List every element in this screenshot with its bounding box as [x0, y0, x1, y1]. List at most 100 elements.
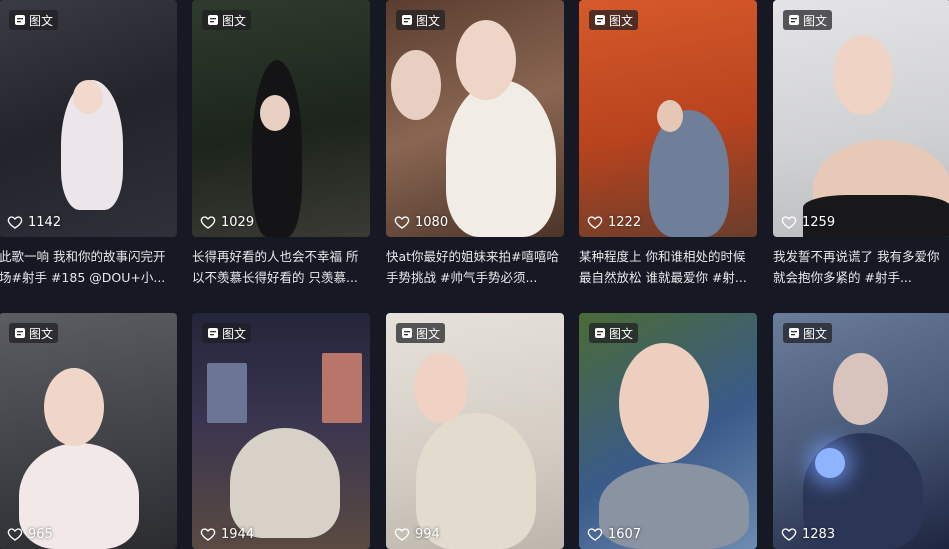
- video-card-6[interactable]: 图文 965: [0, 313, 177, 549]
- image-text-icon: [595, 15, 605, 25]
- thumbnail[interactable]: 图文 1222: [579, 0, 757, 237]
- image-text-badge: 图文: [783, 323, 833, 343]
- thumbnail[interactable]: 图文 1029: [192, 0, 370, 237]
- like-count: 965: [7, 526, 53, 542]
- thumbnail[interactable]: 图文 1142: [0, 0, 177, 237]
- like-count: 1029: [200, 214, 254, 230]
- image-text-icon: [208, 15, 218, 25]
- image-text-badge: 图文: [589, 323, 639, 343]
- image-text-icon: [402, 15, 412, 25]
- heart-icon: [587, 216, 603, 229]
- image-text-icon: [15, 328, 25, 338]
- badge-label: 图文: [29, 326, 54, 341]
- video-card-3[interactable]: 图文 1080 快at你最好的姐妹来拍#嘻嘻哈手势挑战 #帅气手势必须...: [386, 0, 564, 288]
- like-count-value: 1080: [415, 214, 449, 230]
- like-count-value: 1029: [221, 214, 255, 230]
- video-card-4[interactable]: 图文 1222 某种程度上 你和谁相处的时候最自然放松 谁就最爱你 #射...: [579, 0, 757, 288]
- heart-icon: [587, 528, 603, 541]
- thumbnail-figure: [230, 428, 340, 538]
- image-text-icon: [789, 328, 799, 338]
- badge-label: 图文: [29, 13, 54, 28]
- badge-label: 图文: [222, 13, 247, 28]
- like-count-value: 1222: [608, 214, 642, 230]
- heart-icon: [394, 528, 410, 541]
- thumbnail-face: [833, 35, 893, 115]
- thumbnail[interactable]: 图文 1259: [773, 0, 949, 237]
- like-count-value: 1259: [802, 214, 836, 230]
- thumbnail-face-2: [391, 50, 441, 120]
- video-card-8[interactable]: 图文 994: [386, 313, 564, 549]
- image-text-icon: [789, 15, 799, 25]
- like-count: 994: [394, 526, 440, 542]
- heart-icon: [394, 216, 410, 229]
- like-count: 1944: [200, 526, 254, 542]
- thumbnail[interactable]: 图文 1080: [386, 0, 564, 237]
- badge-label: 图文: [803, 13, 828, 28]
- badge-label: 图文: [416, 326, 441, 341]
- video-card-10[interactable]: 图文 1283: [773, 313, 949, 549]
- thumbnail-face: [44, 368, 104, 446]
- like-count: 1259: [781, 214, 835, 230]
- thumbnail-figure: [649, 110, 729, 237]
- heart-icon: [7, 216, 23, 229]
- badge-label: 图文: [609, 13, 634, 28]
- image-text-icon: [402, 328, 412, 338]
- video-card-5[interactable]: 图文 1259 我发誓不再说谎了 我有多爱你就会抱你多紧的 #射手...: [773, 0, 949, 288]
- thumbnail-face: [456, 20, 516, 100]
- thumbnail-face: [657, 100, 683, 132]
- video-card-9[interactable]: 图文 1607: [579, 313, 757, 549]
- like-count-value: 1142: [28, 214, 62, 230]
- badge-label: 图文: [222, 326, 247, 341]
- image-text-badge: 图文: [202, 10, 252, 30]
- thumbnail[interactable]: 图文 1607: [579, 313, 757, 549]
- like-count-value: 1607: [608, 526, 642, 542]
- image-text-badge: 图文: [202, 323, 252, 343]
- heart-icon: [7, 528, 23, 541]
- image-text-badge: 图文: [9, 323, 59, 343]
- video-card-2[interactable]: 图文 1029 长得再好看的人也会不幸福 所以不羡慕长得好看的 只羡慕...: [192, 0, 370, 288]
- image-text-badge: 图文: [783, 10, 833, 30]
- image-text-icon: [595, 328, 605, 338]
- thumbnail-glow: [815, 448, 845, 478]
- thumbnail-face: [260, 95, 290, 131]
- card-caption[interactable]: 长得再好看的人也会不幸福 所以不羡慕长得好看的 只羡慕...: [192, 246, 370, 288]
- card-caption[interactable]: 我发誓不再说谎了 我有多爱你就会抱你多紧的 #射手...: [773, 246, 949, 288]
- card-caption[interactable]: 某种程度上 你和谁相处的时候最自然放松 谁就最爱你 #射...: [579, 246, 757, 288]
- card-caption[interactable]: 此歌一响 我和你的故事闪完开场#射手 #185 @DOU+小...: [0, 246, 177, 288]
- like-count-value: 994: [415, 526, 440, 542]
- thumbnail-figure: [252, 60, 302, 237]
- heart-icon: [781, 528, 797, 541]
- like-count-value: 1283: [802, 526, 836, 542]
- card-caption[interactable]: 快at你最好的姐妹来拍#嘻嘻哈手势挑战 #帅气手势必须...: [386, 246, 564, 288]
- like-count-value: 1944: [221, 526, 255, 542]
- badge-label: 图文: [609, 326, 634, 341]
- badge-label: 图文: [803, 326, 828, 341]
- video-card-1[interactable]: 图文 1142 此歌一响 我和你的故事闪完开场#射手 #185 @DOU+小..…: [0, 0, 177, 288]
- like-count: 1607: [587, 526, 641, 542]
- image-text-icon: [15, 15, 25, 25]
- image-text-badge: 图文: [589, 10, 639, 30]
- thumbnail[interactable]: 图文 994: [386, 313, 564, 549]
- heart-icon: [200, 216, 216, 229]
- like-count: 1142: [7, 214, 61, 230]
- thumbnail[interactable]: 图文 1283: [773, 313, 949, 549]
- image-text-icon: [208, 328, 218, 338]
- like-count: 1283: [781, 526, 835, 542]
- heart-icon: [781, 216, 797, 229]
- thumbnail[interactable]: 图文 1944: [192, 313, 370, 549]
- thumbnail-face: [73, 80, 103, 114]
- thumbnail-building: [322, 353, 362, 423]
- thumbnail-face: [833, 353, 888, 425]
- like-count: 1080: [394, 214, 448, 230]
- image-text-badge: 图文: [396, 323, 446, 343]
- thumbnail-face: [414, 353, 468, 423]
- thumbnail-face: [619, 343, 709, 463]
- like-count-value: 965: [28, 526, 53, 542]
- thumbnail[interactable]: 图文 965: [0, 313, 177, 549]
- image-text-badge: 图文: [396, 10, 446, 30]
- heart-icon: [200, 528, 216, 541]
- thumbnail-building-2: [207, 363, 247, 423]
- image-text-badge: 图文: [9, 10, 59, 30]
- thumbnail-figure: [446, 80, 556, 237]
- video-card-7[interactable]: 图文 1944: [192, 313, 370, 549]
